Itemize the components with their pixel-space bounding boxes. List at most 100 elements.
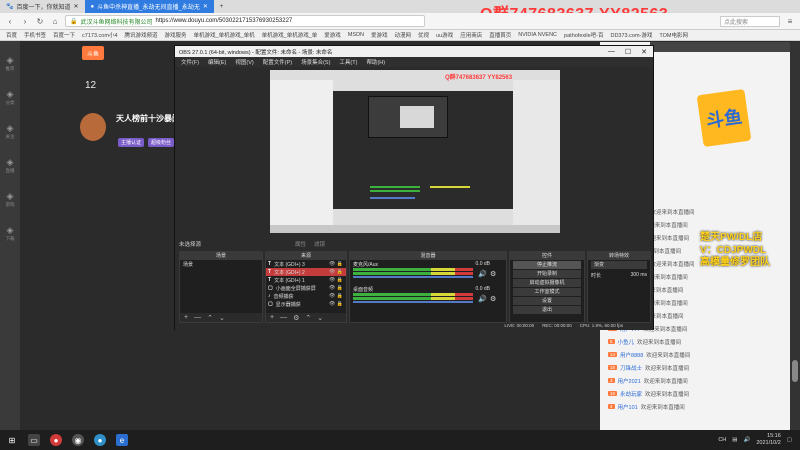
up-icon[interactable]: ⌃ bbox=[207, 314, 213, 322]
add-icon[interactable]: + bbox=[184, 314, 188, 321]
chat-name[interactable]: 用户8888 bbox=[620, 351, 643, 359]
network-icon[interactable]: ▤ bbox=[732, 437, 737, 443]
gear-icon[interactable]: ⚙ bbox=[490, 295, 496, 303]
notification-icon[interactable]: ▢ bbox=[787, 437, 792, 443]
bookmark-item[interactable]: c7173.com小4 bbox=[82, 31, 117, 39]
bookmark-item[interactable]: 应用商店 bbox=[460, 31, 482, 39]
new-tab-button[interactable]: + bbox=[214, 0, 230, 13]
obs-app-icon[interactable]: ◉ bbox=[72, 434, 84, 446]
bookmark-item[interactable]: 单机游戏_单机游戏_单机 bbox=[194, 31, 255, 39]
volume-slider[interactable] bbox=[353, 276, 473, 278]
remove-icon[interactable]: — bbox=[280, 314, 287, 321]
task-view-icon[interactable]: ▭ bbox=[28, 434, 40, 446]
sidebar-item[interactable]: ◈ 游戏 bbox=[0, 191, 20, 211]
exit-button[interactable]: 退出 bbox=[513, 306, 581, 314]
chat-name[interactable]: 刀锋战士 bbox=[620, 364, 642, 372]
edge-app-icon[interactable]: e bbox=[116, 434, 128, 446]
bookmark-item[interactable]: 百度 bbox=[6, 31, 17, 39]
source-item[interactable]: T 文本 (GDI+) 1 👁 🔒 bbox=[266, 276, 346, 284]
bookmark-item[interactable]: 爱游戏 bbox=[324, 31, 341, 39]
obs-menu-item[interactable]: 配置文件(P) bbox=[263, 58, 292, 66]
maximize-icon[interactable]: ☐ bbox=[625, 48, 631, 56]
obs-menu-item[interactable]: 帮助(H) bbox=[366, 58, 385, 66]
scene-item[interactable]: 场景 bbox=[180, 260, 262, 269]
filters-button[interactable]: 滤镜 bbox=[314, 240, 325, 248]
bookmark-item[interactable]: MSDN bbox=[348, 32, 364, 38]
browser-tab-douyu[interactable]: ● 斗鱼中杀神直播_永劫无间直播_永劫无 ✕ bbox=[84, 0, 214, 13]
down-icon[interactable]: ⌄ bbox=[317, 314, 323, 322]
volume-icon[interactable]: 🔊 bbox=[743, 437, 750, 443]
chat-name[interactable]: 永劫玩家 bbox=[620, 390, 642, 398]
gear-icon[interactable]: ⚙ bbox=[490, 270, 496, 278]
minimize-icon[interactable]: — bbox=[608, 48, 615, 56]
source-item[interactable]: ▢ 小画面全屏捕获屏 👁 🔒 bbox=[266, 284, 346, 292]
obs-menu-item[interactable]: 文件(F) bbox=[181, 58, 199, 66]
reload-icon[interactable]: ↻ bbox=[35, 17, 45, 26]
studio-mode-button[interactable]: 工作室模式 bbox=[513, 288, 581, 296]
bookmark-item[interactable]: TOM电影网 bbox=[659, 31, 688, 39]
source-item[interactable]: T 文本 (GDI+) 3 👁 🔒 bbox=[266, 260, 346, 268]
visibility-lock-icon[interactable]: 👁 🔒 bbox=[329, 285, 346, 291]
close-icon[interactable]: ✕ bbox=[74, 3, 79, 10]
bookmark-item[interactable]: 直播首页 bbox=[489, 31, 511, 39]
down-icon[interactable]: ⌄ bbox=[219, 314, 225, 322]
bookmark-item[interactable]: NVIDIA NVENC bbox=[518, 32, 557, 38]
visibility-lock-icon[interactable]: 👁 🔒 bbox=[329, 277, 346, 283]
properties-button[interactable]: 属性 bbox=[295, 240, 306, 248]
speaker-icon[interactable]: 🔊 bbox=[478, 295, 487, 303]
bookmark-item[interactable]: 手机书签 bbox=[24, 31, 46, 39]
clock[interactable]: 15:16 2021/10/2 bbox=[756, 433, 780, 447]
chat-name[interactable]: 用户2021 bbox=[618, 377, 641, 385]
visibility-lock-icon[interactable]: 👁 🔒 bbox=[329, 261, 346, 267]
address-bar[interactable]: 🔒 武汉斗鱼网络科技有限公司 https://www.douyu.com/503… bbox=[65, 15, 425, 27]
search-input[interactable]: 点此搜索 bbox=[720, 15, 780, 27]
bookmark-item[interactable]: 百度一下 bbox=[53, 31, 75, 39]
gear-icon[interactable]: ⚙ bbox=[293, 314, 299, 322]
obs-preview[interactable]: Q群747683637 YY82563 bbox=[270, 70, 560, 233]
app-icon[interactable]: ● bbox=[94, 434, 106, 446]
volume-slider[interactable] bbox=[353, 301, 473, 303]
visibility-lock-icon[interactable]: 👁 🔒 bbox=[329, 293, 346, 299]
bookmark-item[interactable]: uu游戏 bbox=[436, 31, 453, 39]
bookmark-item[interactable]: 游戏服务 bbox=[165, 31, 187, 39]
back-icon[interactable]: ‹ bbox=[5, 17, 15, 26]
chat-name[interactable]: 小鱼儿 bbox=[618, 338, 635, 346]
obs-menu-item[interactable]: 工具(T) bbox=[339, 58, 357, 66]
obs-menu-item[interactable]: 编辑(E) bbox=[208, 58, 226, 66]
chat-name[interactable]: 用户101 bbox=[618, 403, 638, 411]
menu-icon[interactable]: ≡ bbox=[785, 17, 795, 26]
obs-menu-item[interactable]: 视图(V) bbox=[235, 58, 253, 66]
bookmark-item[interactable]: 优视 bbox=[418, 31, 429, 39]
up-icon[interactable]: ⌃ bbox=[305, 314, 311, 322]
source-item[interactable]: ▢ 显示器捕获 👁 🔒 bbox=[266, 300, 346, 308]
remove-icon[interactable]: — bbox=[194, 314, 201, 321]
sidebar-item[interactable]: ◈ 推荐 bbox=[0, 55, 20, 75]
sidebar-item[interactable]: ◈ 直播 bbox=[0, 157, 20, 177]
transition-select[interactable]: 渐变 bbox=[591, 261, 647, 269]
bookmark-item[interactable]: DD373.com-游戏 bbox=[610, 31, 652, 39]
bookmark-item[interactable]: pathofexile吧-百 bbox=[564, 31, 603, 39]
settings-button[interactable]: 设置 bbox=[513, 297, 581, 305]
forward-icon[interactable]: › bbox=[20, 17, 30, 26]
duration-input[interactable]: 300 ms bbox=[631, 272, 647, 279]
bookmark-item[interactable]: 腾讯游戏频道 bbox=[125, 31, 158, 39]
windows-start-icon[interactable]: ⊞ bbox=[6, 434, 18, 446]
close-icon[interactable]: ✕ bbox=[203, 3, 208, 10]
start-recording-button[interactable]: 开始录制 bbox=[513, 270, 581, 278]
bookmark-item[interactable]: 单机游戏_单机游戏_单 bbox=[262, 31, 318, 39]
visibility-lock-icon[interactable]: 👁 🔒 bbox=[329, 301, 346, 307]
sidebar-item[interactable]: ◈ 关注 bbox=[0, 123, 20, 143]
sidebar-item[interactable]: ◈ 下载 bbox=[0, 225, 20, 245]
sidebar-item[interactable]: ◈ 分类 bbox=[0, 89, 20, 109]
stop-streaming-button[interactable]: 停止推流 bbox=[513, 261, 581, 269]
source-item[interactable]: T 文本 (GDI+) 2 👁 🔒 bbox=[266, 268, 346, 276]
bookmark-item[interactable]: 动漫网 bbox=[395, 31, 412, 39]
speaker-icon[interactable]: 🔊 bbox=[478, 270, 487, 278]
browser-tab-baidu[interactable]: 🐾 百度一下，你就知道 ✕ bbox=[0, 0, 85, 13]
visibility-lock-icon[interactable]: 👁 🔒 bbox=[329, 269, 346, 275]
streamer-avatar[interactable] bbox=[80, 113, 106, 141]
input-lang[interactable]: CH bbox=[718, 437, 726, 443]
virtual-camera-button[interactable]: 启动虚拟摄像机 bbox=[513, 279, 581, 287]
home-icon[interactable]: ⌂ bbox=[50, 17, 60, 26]
source-item[interactable]: ♪ 音频捕获 👁 🔒 bbox=[266, 292, 346, 300]
